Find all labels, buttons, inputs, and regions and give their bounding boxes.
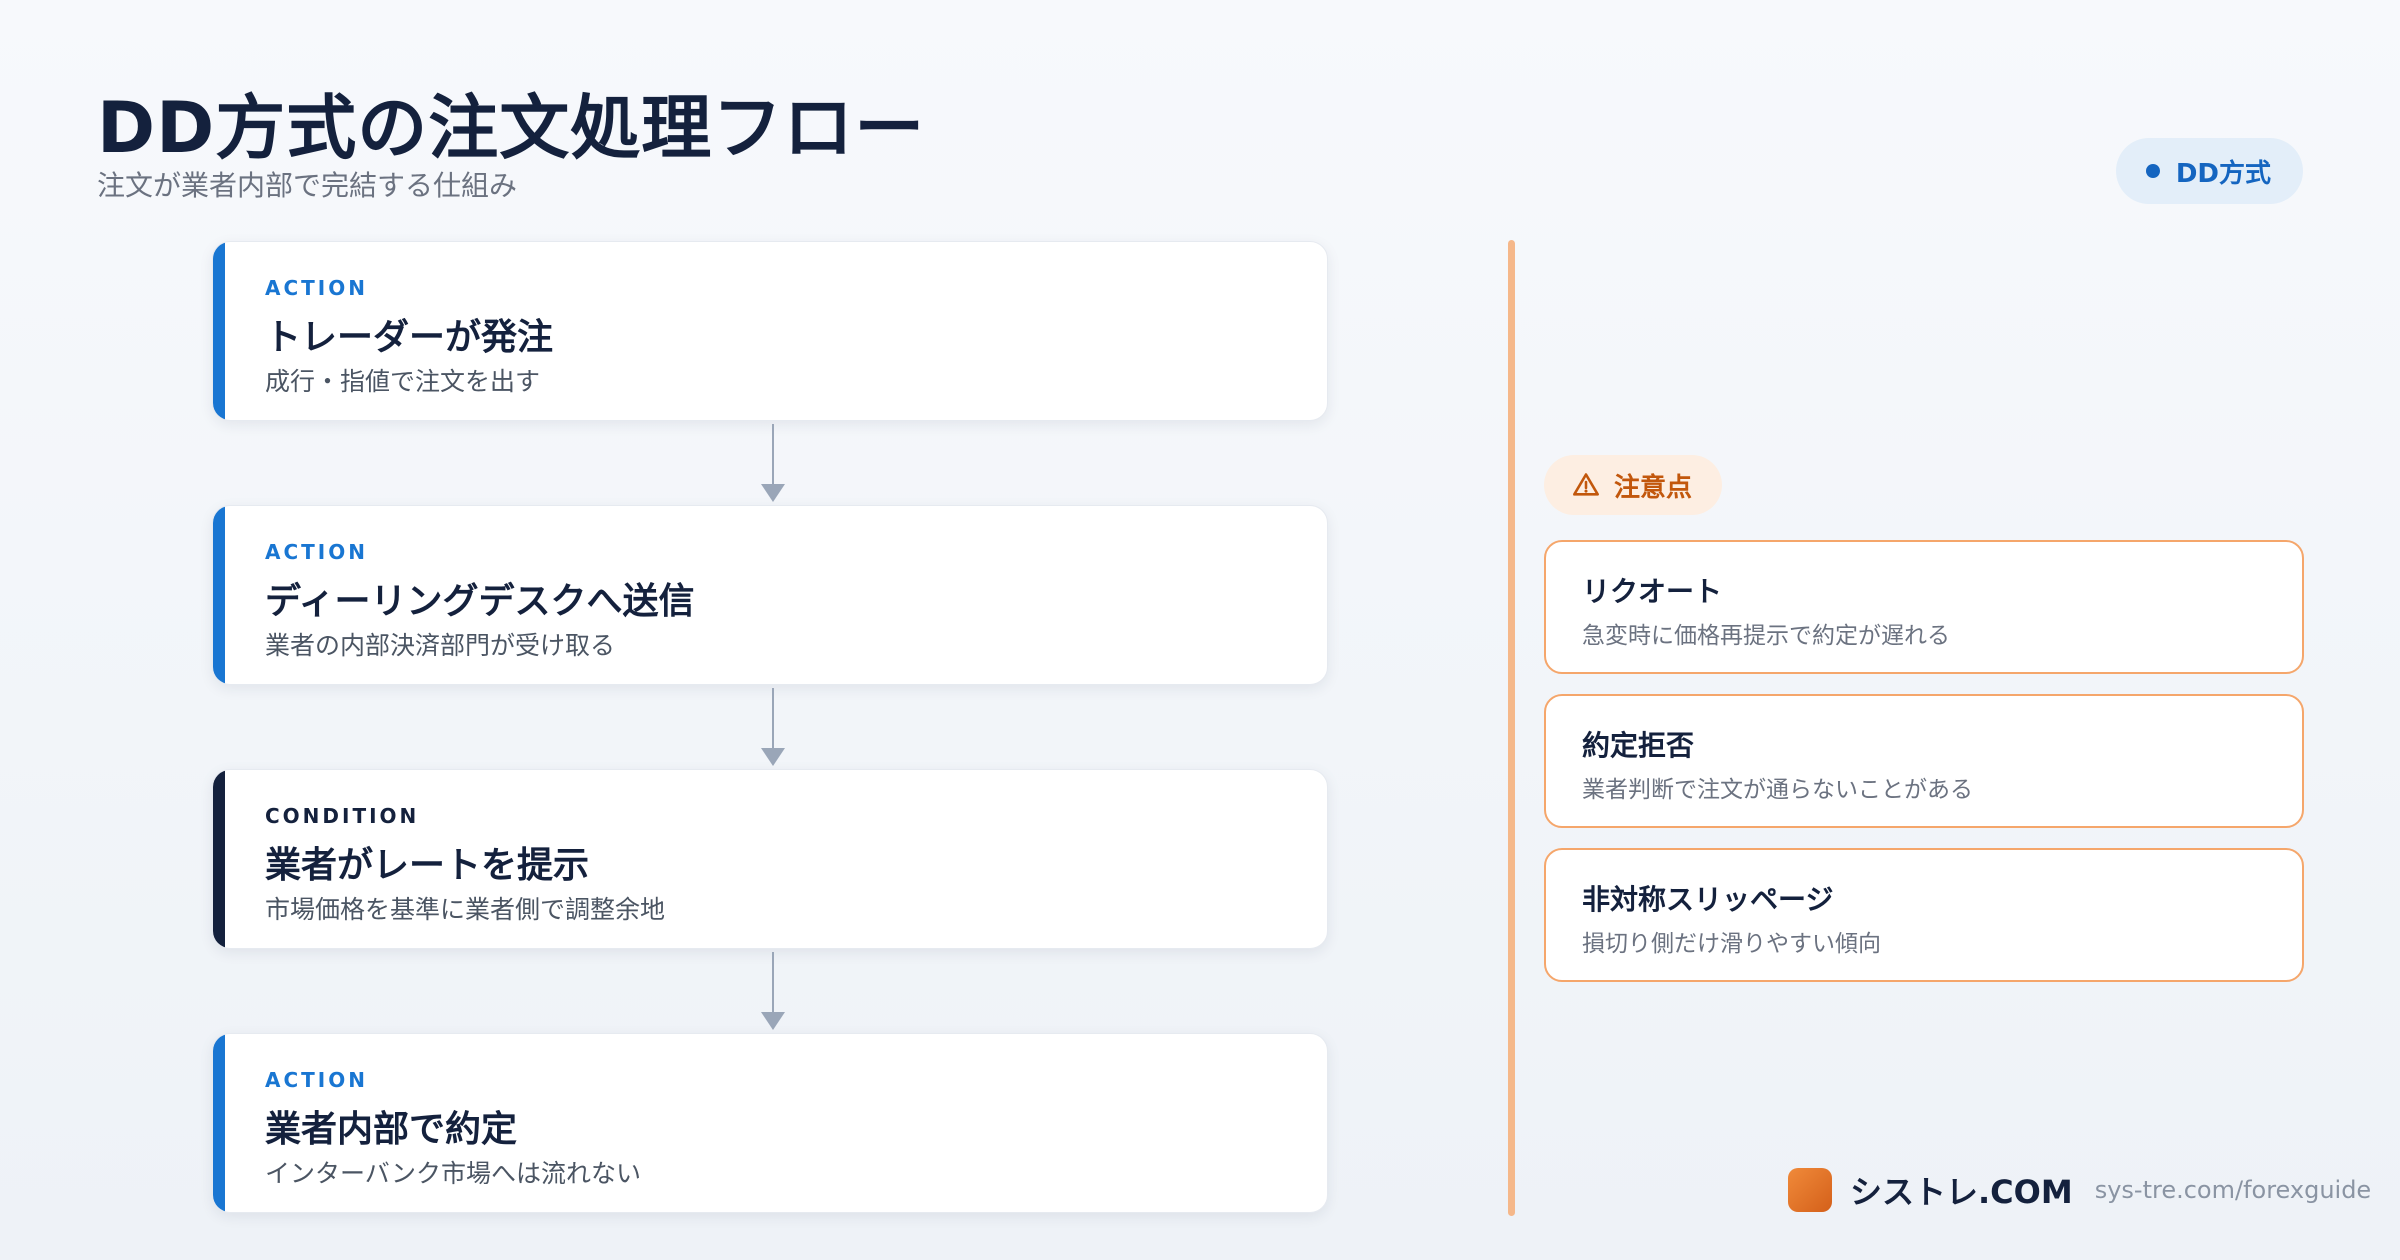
flow-step-4: ACTION 業者内部で約定 インターバンク市場へは流れない — [212, 1033, 1328, 1213]
caution-item-description: 業者判断で注文が通らないことがある — [1582, 777, 1973, 803]
flow-arrow-2 — [761, 688, 785, 768]
caution-item-title: 非対称スリッページ — [1582, 883, 1834, 916]
step-description: 業者の内部決済部門が受け取る — [265, 631, 616, 660]
page-subtitle: 注文が業者内部で完結する仕組み — [97, 169, 518, 202]
step-title: 業者内部で約定 — [265, 1109, 518, 1150]
step-description: 市場価格を基準に業者側で調整余地 — [265, 895, 666, 924]
flow-arrow-3 — [761, 952, 785, 1032]
brand-logo-icon — [1788, 1168, 1832, 1212]
caution-item-1: リクオート 急変時に価格再提示で約定が遅れる — [1544, 540, 2304, 674]
caution-item-description: 損切り側だけ滑りやすい傾向 — [1582, 931, 1881, 957]
brand-url: sys-tre.com/forexguide — [2094, 1176, 2372, 1204]
step-accent-bar — [213, 770, 225, 948]
step-description: 成行・指値で注文を出す — [265, 367, 541, 396]
caution-item-title: 約定拒否 — [1582, 729, 1695, 762]
step-accent-bar — [213, 242, 225, 420]
caution-badge: 注意点 — [1544, 455, 1723, 515]
flow-step-3: CONDITION 業者がレートを提示 市場価格を基準に業者側で調整余地 — [212, 769, 1328, 949]
step-accent-bar — [213, 506, 225, 684]
step-title: トレーダーが発注 — [265, 317, 554, 358]
step-type-tag: CONDITION — [265, 804, 420, 828]
footer-brand: シストレ.COM sys-tre.com/forexguide — [1788, 1167, 2371, 1213]
flow-step-2: ACTION ディーリングデスクへ送信 業者の内部決済部門が受け取る — [212, 505, 1328, 685]
caution-label: 注意点 — [1614, 472, 1693, 503]
step-type-tag: ACTION — [265, 540, 368, 564]
step-accent-bar — [213, 1034, 225, 1212]
step-type-tag: ACTION — [265, 1068, 368, 1092]
step-type-tag: ACTION — [265, 276, 368, 300]
badge-dot-icon — [2145, 164, 2160, 178]
badge-label: DD方式 — [2175, 158, 2271, 189]
vertical-divider — [1508, 240, 1515, 1216]
step-title: ディーリングデスクへ送信 — [265, 581, 695, 622]
caution-item-description: 急変時に価格再提示で約定が遅れる — [1582, 623, 1950, 649]
warning-icon — [1573, 473, 1599, 496]
method-badge: DD方式 — [2115, 138, 2303, 204]
page-title: DD方式の注文処理フロー — [97, 87, 926, 169]
step-title: 業者がレートを提示 — [265, 845, 590, 886]
caution-item-3: 非対称スリッページ 損切り側だけ滑りやすい傾向 — [1544, 848, 2304, 982]
brand-name: シストレ.COM — [1850, 1173, 2073, 1211]
caution-item-title: リクオート — [1582, 575, 1723, 608]
flow-arrow-1 — [761, 424, 785, 504]
flow-step-1: ACTION トレーダーが発注 成行・指値で注文を出す — [212, 241, 1328, 421]
step-description: インターバンク市場へは流れない — [265, 1159, 642, 1188]
caution-item-2: 約定拒否 業者判断で注文が通らないことがある — [1544, 694, 2304, 828]
